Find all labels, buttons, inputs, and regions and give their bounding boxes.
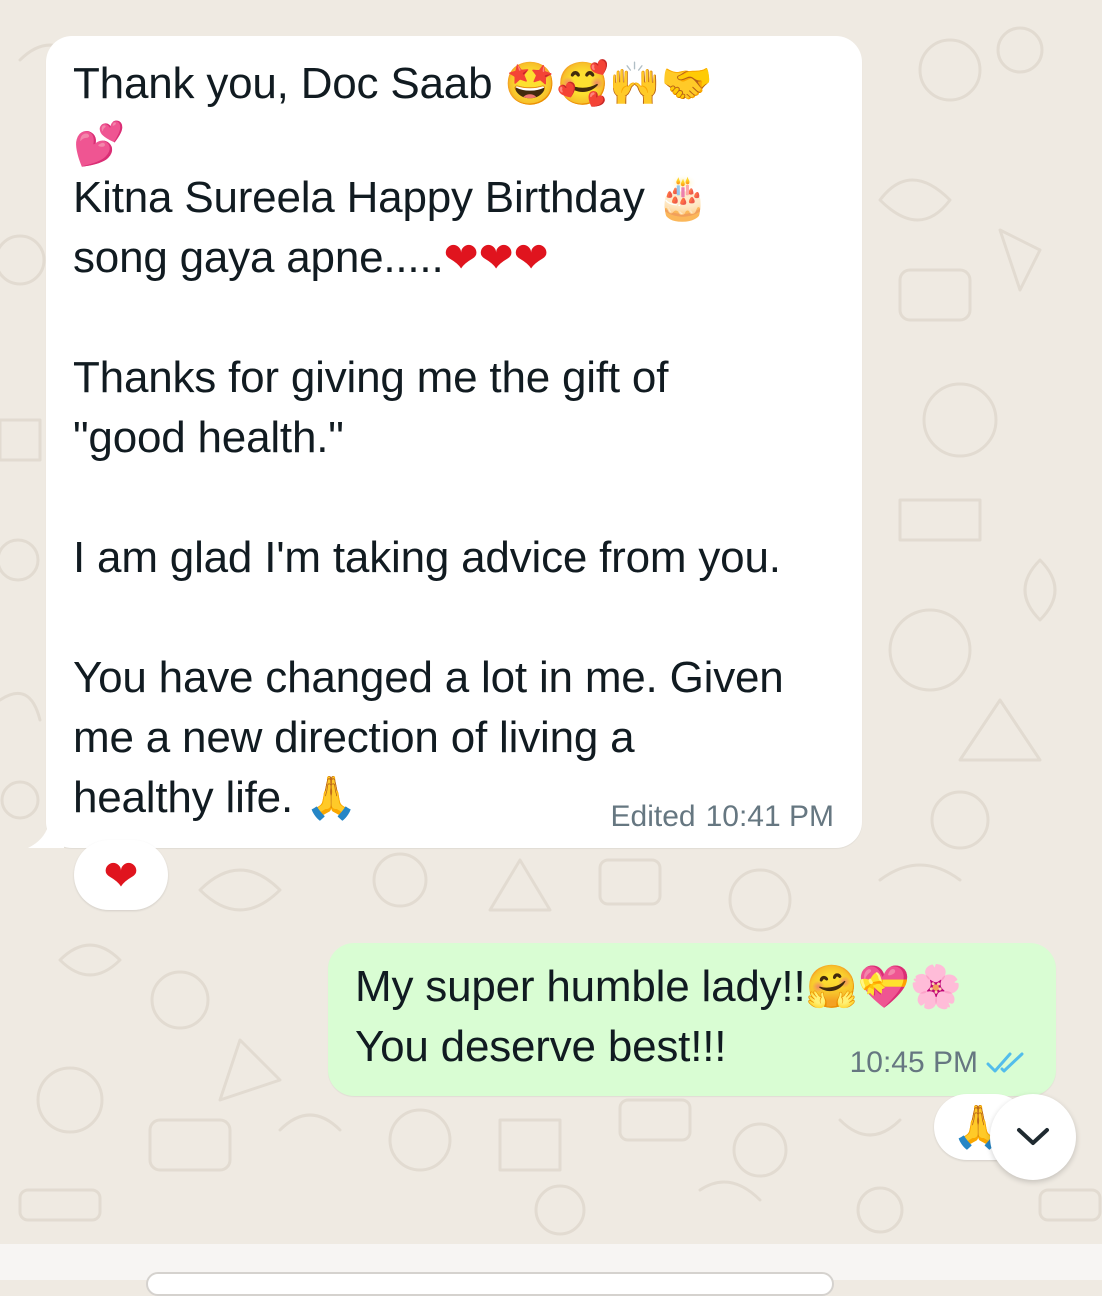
heart-emoji: ❤ (103, 850, 139, 900)
edited-label: Edited (610, 800, 696, 833)
message-line: Thank you, Doc Saab 🤩🥰🙌🤝 (73, 59, 713, 108)
message-meta: 10:45 PM (850, 1046, 1030, 1080)
emoji-group: 🎂 (656, 173, 709, 222)
message-time: 10:41 PM (705, 800, 834, 833)
message-line: me a new direction of living a (73, 713, 635, 762)
message-input-field[interactable] (146, 1272, 834, 1296)
message-line: Thanks for giving me the gift of (73, 353, 669, 402)
scroll-to-bottom-button[interactable] (990, 1094, 1076, 1180)
message-line: You have changed a lot in me. Given (73, 653, 784, 702)
message-line: "good health." (73, 413, 344, 462)
message-line: You deserve best!!! (355, 1022, 727, 1071)
emoji-group: 💕 (73, 119, 126, 168)
emoji-group: 🙏 (305, 773, 358, 822)
bubble-tail (28, 826, 64, 848)
message-line: 💕 (73, 114, 125, 174)
chevron-down-icon (1017, 1128, 1049, 1145)
message-line: healthy life. 🙏 (73, 773, 358, 822)
message-line: My super humble lady!!🤗💝🌸 (355, 962, 962, 1011)
emoji-group: 🤩🥰🙌🤝 (504, 59, 713, 108)
message-line: Kitna Sureela Happy Birthday 🎂 (73, 173, 709, 222)
reaction-heart[interactable]: ❤ (74, 840, 168, 910)
message-time: 10:45 PM (849, 1046, 978, 1079)
outgoing-message-bubble[interactable]: My super humble lady!!🤗💝🌸 You deserve be… (328, 943, 1056, 1096)
message-line: song gaya apne.....❤❤❤ (73, 233, 549, 282)
incoming-message-bubble[interactable]: Thank you, Doc Saab 🤩🥰🙌🤝 💕 Kitna Sureela… (28, 36, 862, 848)
message-line: I am glad I'm taking advice from you. (73, 533, 781, 582)
message-meta: Edited 10:41 PM (601, 800, 835, 834)
double-check-icon (986, 1052, 1024, 1073)
emoji-group: 🤗💝🌸 (805, 962, 962, 1011)
emoji-group: ❤❤❤ (443, 233, 549, 282)
